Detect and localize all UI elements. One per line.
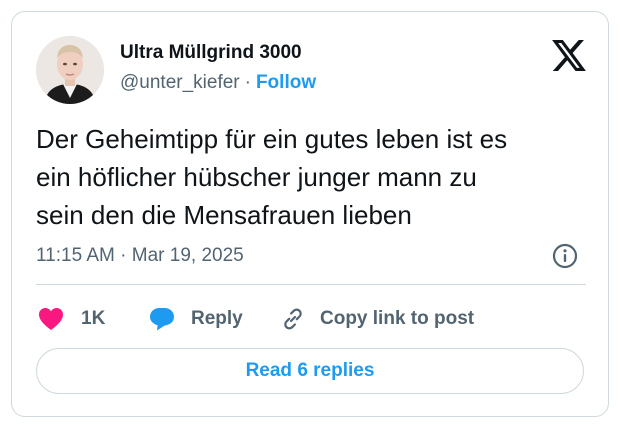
like-count: 1K [81, 308, 106, 329]
tweet-card: Ultra Müllgrind 3000 @unter_kiefer · Follo… [11, 11, 609, 417]
info-icon[interactable] [552, 243, 578, 269]
heart-icon [39, 308, 63, 330]
author-handle-row: @unter_kiefer · Follow [120, 72, 316, 94]
x-logo-icon[interactable] [552, 40, 586, 71]
tweet-text-line: Der Geheimtipp für ein gutes leben ist e… [36, 124, 508, 154]
avatar[interactable] [36, 36, 104, 104]
reply-label: Reply [191, 308, 243, 329]
divider [36, 284, 586, 285]
follow-button[interactable]: Follow [256, 72, 316, 93]
author-handle[interactable]: @unter_kiefer [120, 72, 240, 93]
tweet-timestamp[interactable]: 11:15 AM · Mar 19, 2025 [36, 245, 244, 267]
separator-dot: · [244, 72, 251, 93]
author-display-name[interactable]: Ultra Müllgrind 3000 [120, 42, 302, 64]
speech-bubble-icon [150, 308, 174, 331]
copy-link-label: Copy link to post [320, 308, 475, 329]
copy-link-button[interactable]: Copy link to post [280, 304, 474, 334]
read-replies-button[interactable]: Read 6 replies [36, 348, 584, 394]
tweet-text-line: sein den die Mensafrauen lieben [36, 200, 412, 230]
like-button[interactable]: 1K [38, 304, 105, 334]
tweet-text: Der Geheimtipp für ein gutes leben ist e… [36, 120, 596, 234]
reply-button[interactable]: Reply [149, 304, 243, 334]
read-replies-label: Read 6 replies [245, 360, 375, 381]
tweet-text-line: ein höflicher hübscher junger mann zu [36, 162, 477, 192]
link-icon [284, 308, 302, 330]
